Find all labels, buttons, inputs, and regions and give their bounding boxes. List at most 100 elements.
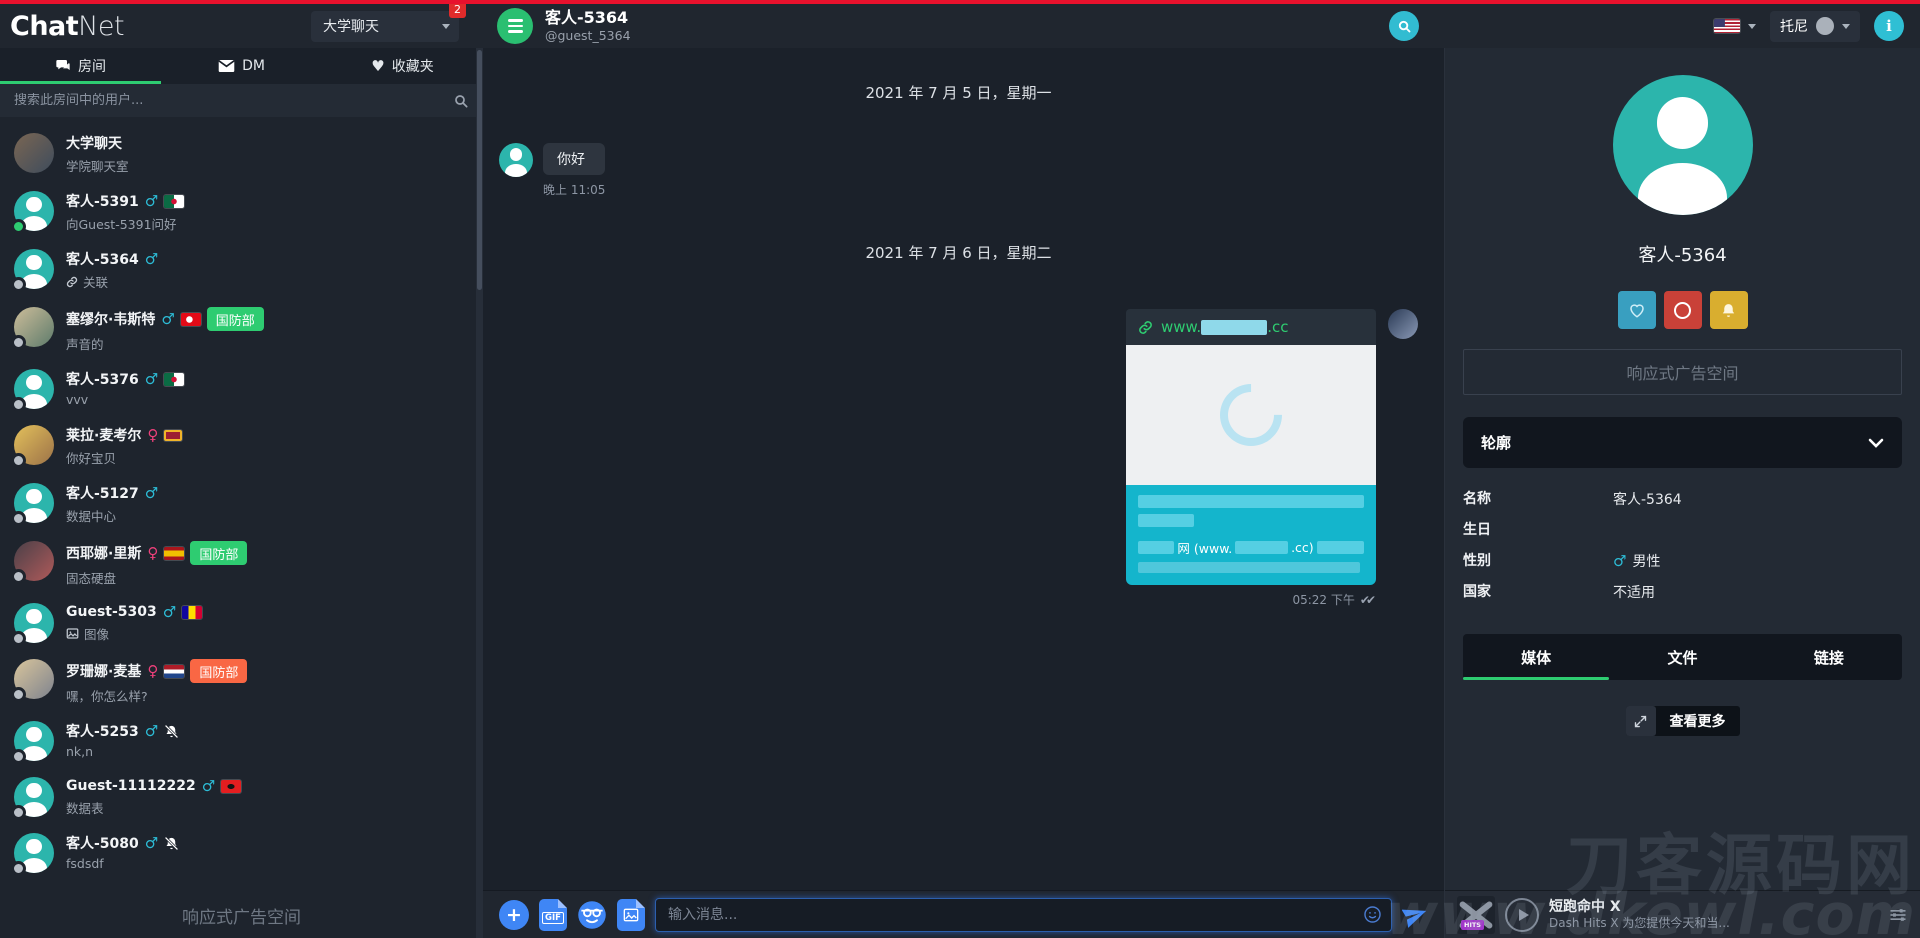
language-dropdown[interactable] xyxy=(1714,19,1756,33)
emoji-glasses-icon xyxy=(577,900,607,930)
preview-footer: 网 (www. .cc) xyxy=(1126,485,1376,585)
user-list-item[interactable]: 塞缪尔·韦斯特 ♂ 国防部 声音的 xyxy=(0,299,483,361)
user-list-item[interactable]: 客人-5376 ♂ vvv xyxy=(0,361,483,417)
top-accent-bar xyxy=(0,0,1920,4)
status-dot xyxy=(11,861,26,876)
preview-text-line: 网 (www. .cc) xyxy=(1138,538,1364,557)
status-dot xyxy=(11,453,26,468)
status-dot xyxy=(11,335,26,350)
user-name: 客人-5364 xyxy=(66,249,139,269)
last-message: 数据表 xyxy=(66,798,104,817)
scrollbar-thumb[interactable] xyxy=(477,50,482,290)
country-flag-icon xyxy=(164,430,182,441)
chat-input-bar: + GIF xyxy=(483,890,1444,938)
gif-icon: GIF xyxy=(542,912,564,924)
last-message: 你好宝贝 xyxy=(66,448,116,467)
status-dot xyxy=(11,687,26,702)
user-list-item[interactable]: 客人-5391 ♂ 向Guest-5391问好 xyxy=(0,183,483,241)
info-icon: i xyxy=(1886,17,1892,35)
see-more-button[interactable]: 查看更多 xyxy=(1626,706,1740,736)
country-flag-icon xyxy=(181,313,201,326)
user-list-item[interactable]: 客人-5253 ♂ nk,n xyxy=(0,713,483,769)
user-list-item[interactable]: 大学聊天 学院聊天室 xyxy=(0,125,483,183)
user-name: 客人-5080 xyxy=(66,833,139,853)
sidebar: 房间 DM ♥ 收藏夹 大学聊天 xyxy=(0,48,483,938)
sticker-button[interactable] xyxy=(577,900,607,930)
user-list-item[interactable]: 客人-5127 ♂ 数据中心 xyxy=(0,475,483,533)
link-bubble[interactable]: www..cc xyxy=(1126,309,1376,345)
paper-plane-icon xyxy=(1402,902,1428,928)
user-name: 西耶娜·里斯 xyxy=(66,543,141,563)
status-dot xyxy=(11,511,26,526)
message-input[interactable] xyxy=(655,898,1392,932)
avatar xyxy=(499,143,533,177)
last-message: 声音的 xyxy=(66,334,104,353)
bell-slash-icon xyxy=(164,724,179,739)
emoji-picker-icon[interactable] xyxy=(1363,905,1382,924)
tab-label: 链接 xyxy=(1814,647,1844,668)
send-button[interactable] xyxy=(1402,902,1428,928)
redaction-bar xyxy=(1138,495,1364,508)
field-label: 生日 xyxy=(1463,519,1613,540)
search-input[interactable] xyxy=(14,93,443,108)
message-time: 05:22 下午 ✔✔ xyxy=(1292,591,1376,608)
profile-actions xyxy=(1618,291,1748,329)
role-badge: 国防部 xyxy=(190,541,247,565)
last-message: 数据中心 xyxy=(66,506,116,525)
chevron-down-icon xyxy=(1868,438,1884,448)
menu-button[interactable] xyxy=(497,8,533,44)
last-message: 嘿，你怎么样? xyxy=(66,686,148,705)
gender-icon: ♀ xyxy=(147,544,158,562)
profile-tabs: 媒体 文件 链接 xyxy=(1463,634,1902,680)
user-name: Guest-11112222 xyxy=(66,778,196,794)
chat-bubble-icon xyxy=(55,58,71,74)
user-list-item[interactable]: 西耶娜·里斯 ♀ 国防部 固态硬盘 xyxy=(0,533,483,595)
user-name: 大学聊天 xyxy=(66,133,122,153)
tab-rooms[interactable]: 房间 xyxy=(0,48,161,84)
country-flag-icon xyxy=(164,547,184,560)
link-preview-card[interactable]: 网 (www. .cc) xyxy=(1126,345,1376,585)
incoming-message: 你好 晚上 11:05 xyxy=(499,143,1418,198)
block-button[interactable] xyxy=(1664,291,1702,329)
logo-part-light: Net xyxy=(78,11,124,42)
profile-avatar xyxy=(1613,75,1753,215)
like-button[interactable] xyxy=(1618,291,1656,329)
user-name: 客人-5376 xyxy=(66,369,139,389)
image-upload-button[interactable] xyxy=(617,899,645,931)
profile-field-row: 性别 ♂男性 xyxy=(1463,550,1902,571)
tab-links[interactable]: 链接 xyxy=(1756,634,1902,680)
gender-icon: ♂ xyxy=(145,250,158,268)
tab-favorites[interactable]: ♥ 收藏夹 xyxy=(322,48,483,84)
chat-search-button[interactable] xyxy=(1389,11,1419,41)
gender-icon: ♂ xyxy=(161,310,174,328)
user-list-item[interactable]: 客人-5364 ♂ 关联 xyxy=(0,241,483,299)
user-list-item[interactable]: 莱拉·麦考尔 ♀ 你好宝贝 xyxy=(0,417,483,475)
tab-files[interactable]: 文件 xyxy=(1609,634,1755,680)
gender-icon: ♀ xyxy=(147,662,158,680)
gif-button[interactable]: GIF xyxy=(539,899,567,931)
user-name: 客人-5127 xyxy=(66,483,139,503)
play-button[interactable] xyxy=(1505,898,1539,932)
image-icon xyxy=(66,628,79,639)
user-name: Guest-5303 xyxy=(66,604,157,620)
user-menu[interactable]: 托尼 xyxy=(1770,11,1860,42)
room-select-dropdown[interactable]: 大学聊天 2 xyxy=(311,11,459,42)
notification-button[interactable] xyxy=(1710,291,1748,329)
user-list-item[interactable]: Guest-11112222 ♂ 数据表 xyxy=(0,769,483,825)
tab-media[interactable]: 媒体 xyxy=(1463,634,1609,680)
equalizer-icon[interactable] xyxy=(1888,905,1908,925)
chain-link-icon xyxy=(66,276,78,288)
plus-icon: + xyxy=(506,904,522,926)
info-button[interactable]: i xyxy=(1874,11,1904,41)
message-time: 晚上 11:05 xyxy=(543,181,605,198)
tab-dm[interactable]: DM xyxy=(161,48,322,84)
avatar xyxy=(1388,309,1418,339)
user-list-item[interactable]: 客人-5080 ♂ fsdsdf xyxy=(0,825,483,881)
track-title: 短跑命中 X xyxy=(1549,898,1730,916)
profile-accordion-header[interactable]: 轮廓 xyxy=(1463,417,1902,468)
user-list-item[interactable]: Guest-5303 ♂ 图像 xyxy=(0,595,483,651)
attach-button[interactable]: + xyxy=(499,900,529,930)
gender-icon: ♂ xyxy=(202,777,215,795)
user-list-item[interactable]: 罗珊娜·麦基 ♀ 国防部 嘿，你怎么样? xyxy=(0,651,483,713)
header-sidebar-section: ChatNet 大学聊天 2 xyxy=(0,4,483,48)
